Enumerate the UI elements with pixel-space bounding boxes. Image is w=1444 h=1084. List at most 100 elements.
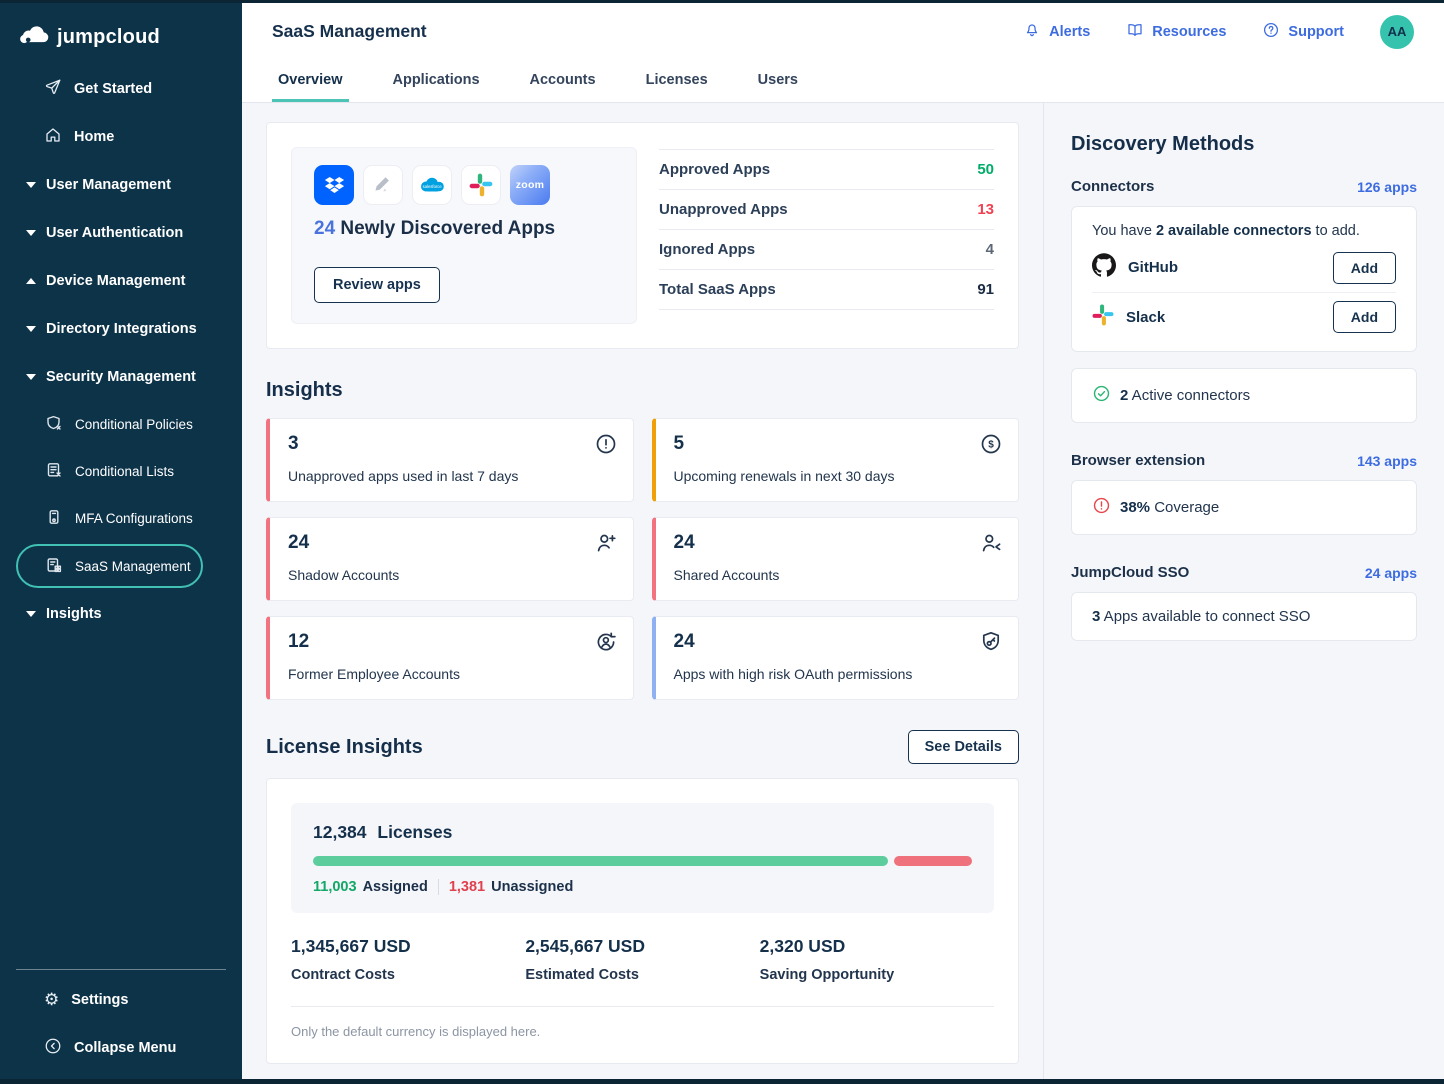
browser-extension-apps-link[interactable]: 143 apps [1357,453,1417,469]
resources-link[interactable]: Resources [1126,21,1226,43]
license-insights-header: License Insights See Details [266,730,1019,764]
coverage-card: 38% Coverage [1071,480,1417,535]
stat-value: 50 [977,161,994,178]
see-details-button[interactable]: See Details [908,730,1019,764]
currency-footnote: Only the default currency is displayed h… [291,1024,994,1039]
stat-row-ignored: Ignored Apps 4 [659,230,994,270]
connector-name: Slack [1126,309,1333,326]
sidebar-footer: ⚙ Settings Collapse Menu [0,969,242,1084]
jumpcloud-sso-apps-link[interactable]: 24 apps [1365,565,1417,581]
active-connectors-card: 2 Active connectors [1071,368,1417,423]
insight-card-shadow-accounts[interactable]: 24 Shadow Accounts [266,517,634,601]
stat-row-total: Total SaaS Apps 91 [659,270,994,310]
sidebar-item-get-started[interactable]: Get Started [0,65,242,113]
insight-value: 12 [288,631,615,653]
license-total-label: Licenses [377,822,452,842]
insight-value: 3 [288,433,615,455]
sidebar-item-conditional-policies[interactable]: Conditional Policies [0,401,242,448]
cloud-logo-icon [18,23,50,52]
content-row: salesforce [242,103,1444,1084]
license-assignment-legend: 11,003 Assigned 1,381 Unassigned [313,879,972,895]
connector-row-slack: Slack Add [1092,292,1396,341]
license-card-divider [291,1006,994,1007]
saas-apps-icon [46,557,62,576]
unassigned-label: Unassigned [491,879,573,895]
review-apps-button[interactable]: Review apps [314,267,440,303]
cost-value: 2,545,667 USD [525,936,759,957]
sidebar-item-settings[interactable]: ⚙ Settings [0,976,242,1024]
license-total-value: 12,384 [313,822,367,842]
sidebar-item-insights[interactable]: Insights [0,590,242,638]
estimated-costs: 2,545,667 USD Estimated Costs [525,936,759,983]
main-area: SaaS Management Alerts [242,3,1444,1084]
assigned-label: Assigned [363,879,428,895]
browser-extension-header: Browser extension 143 apps [1071,452,1417,469]
stat-value: 13 [977,201,994,218]
connector-row-github: GitHub Add [1092,243,1396,292]
stat-value: 91 [977,281,994,298]
insight-card-upcoming-renewals[interactable]: 5 Upcoming renewals in next 30 days $ [652,418,1020,502]
tab-accounts[interactable]: Accounts [524,60,602,102]
tab-bar: Overview Applications Accounts Licenses … [242,60,1444,103]
insights-section-title: Insights [266,379,1019,402]
mfa-token-icon [46,509,62,528]
tab-applications[interactable]: Applications [387,60,486,102]
sidebar-item-label: SaaS Management [75,559,191,574]
app-stats-list: Approved Apps 50 Unapproved Apps 13 Igno… [659,149,994,324]
sidebar-item-security-management[interactable]: Security Management [0,353,242,401]
sidebar: jumpcloud Get Started Home [0,3,242,1084]
stat-row-approved: Approved Apps 50 [659,150,994,190]
insight-label: Apps with high risk OAuth permissions [674,666,1001,682]
insight-label: Shared Accounts [674,567,1001,583]
sidebar-item-home[interactable]: Home [0,113,242,161]
sidebar-item-saas-management[interactable]: SaaS Management [16,544,203,588]
insight-card-high-risk-oauth[interactable]: 24 Apps with high risk OAuth permissions [652,616,1020,700]
user-shared-icon [979,531,1003,560]
insight-value: 24 [288,532,615,554]
jumpcloud-logo[interactable]: jumpcloud [0,3,242,59]
list-x-icon [46,462,62,481]
sidebar-item-label: Conditional Lists [75,464,174,479]
discovered-apps-title: 24 Newly Discovered Apps [314,218,614,240]
support-link[interactable]: Support [1262,21,1344,43]
insight-label: Upcoming renewals in next 30 days [674,468,1001,484]
add-slack-button[interactable]: Add [1333,301,1396,333]
chevron-down-icon [26,374,36,380]
bell-icon [1023,21,1041,43]
sidebar-item-conditional-lists[interactable]: Conditional Lists [0,448,242,495]
alerts-link[interactable]: Alerts [1023,21,1090,43]
connectors-apps-link[interactable]: 126 apps [1357,179,1417,195]
pencil-draft-icon [363,165,403,205]
sidebar-item-device-management[interactable]: Device Management [0,257,242,305]
avatar[interactable]: AA [1380,15,1414,49]
insight-card-unapproved-apps[interactable]: 3 Unapproved apps used in last 7 days [266,418,634,502]
legend-divider [438,879,439,895]
collapse-circle-icon [44,1037,62,1059]
sidebar-item-user-authentication[interactable]: User Authentication [0,209,242,257]
sidebar-item-user-management[interactable]: User Management [0,161,242,209]
insight-value: 24 [674,532,1001,554]
discovered-apps-count: 24 [314,218,335,239]
sidebar-item-directory-integrations[interactable]: Directory Integrations [0,305,242,353]
gear-icon: ⚙ [44,992,59,1009]
license-insights-title: License Insights [266,736,423,759]
user-add-icon [594,531,618,560]
tab-overview[interactable]: Overview [272,60,349,102]
window-bottom-edge [0,1079,1444,1084]
insight-label: Shadow Accounts [288,567,615,583]
support-label: Support [1288,24,1344,40]
insight-card-former-employee-accounts[interactable]: 12 Former Employee Accounts [266,616,634,700]
sidebar-item-collapse-menu[interactable]: Collapse Menu [0,1024,242,1072]
tab-licenses[interactable]: Licenses [640,60,714,102]
chevron-down-icon [26,611,36,617]
sidebar-item-label: Device Management [46,273,185,289]
add-github-button[interactable]: Add [1333,252,1396,284]
sidebar-item-mfa-configurations[interactable]: MFA Configurations [0,495,242,542]
tab-users[interactable]: Users [752,60,804,102]
sidebar-item-label: Home [74,129,114,145]
sidebar-nav: Get Started Home User Management User Au… [0,59,242,969]
insight-card-shared-accounts[interactable]: 24 Shared Accounts [652,517,1020,601]
shield-key-icon [979,630,1003,659]
connectors-section-header: Connectors 126 apps [1071,178,1417,195]
license-bar-unassigned [894,856,972,866]
